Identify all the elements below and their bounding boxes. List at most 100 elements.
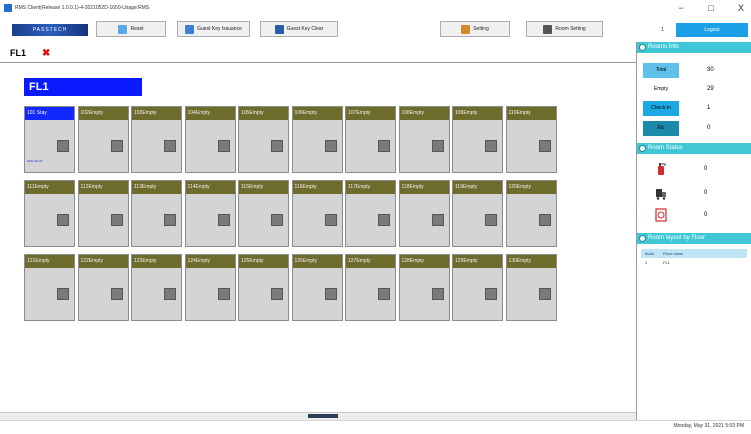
table-row[interactable]: 1 FL1 xyxy=(641,258,747,266)
room-header: 112Empty xyxy=(78,181,128,194)
info-etc-row: Etc 0 xyxy=(641,120,751,136)
room-header: 122Empty xyxy=(78,255,128,268)
guest-key-clear-label: Guest Key Clear xyxy=(286,26,324,32)
room-card[interactable]: 103Empty xyxy=(131,106,182,173)
room-card[interactable]: 121Empty xyxy=(24,254,75,321)
room-card[interactable]: 130Empty xyxy=(505,254,557,321)
room-header: 118Empty xyxy=(399,181,449,194)
reset-label: Reset xyxy=(130,26,144,32)
checkin-value: 1 xyxy=(707,105,711,111)
layout-table-header: Build Floor name xyxy=(641,249,747,258)
room-card[interactable]: 105Empty xyxy=(238,106,289,173)
checkin-label: Check-in xyxy=(643,100,679,116)
room-indicator-icon xyxy=(538,288,551,300)
room-card[interactable]: 104Empty xyxy=(184,106,236,173)
guest-key-issuance-button[interactable]: Guest Key Issuance xyxy=(177,21,250,37)
room-card[interactable]: 120Empty xyxy=(505,180,557,247)
room-indicator-icon xyxy=(538,140,551,152)
room-card[interactable]: 110Empty xyxy=(505,106,557,173)
room-card[interactable]: 122Empty xyxy=(77,254,129,321)
room-header: 116Empty xyxy=(292,181,342,194)
reset-button[interactable]: Reset xyxy=(96,21,166,37)
maximize-button[interactable]: □ xyxy=(705,3,717,13)
layout-table: Build Floor name 1 FL1 xyxy=(641,249,747,266)
room-card[interactable]: 107Empty xyxy=(345,106,396,173)
rooms-info-header[interactable]: Rooms Info xyxy=(637,42,751,53)
room-card[interactable]: 113Empty xyxy=(131,180,182,247)
room-header: 105Empty xyxy=(239,107,288,120)
gear-icon xyxy=(461,24,471,34)
etc-label: Etc xyxy=(643,120,679,136)
room-indicator-icon xyxy=(110,140,123,152)
collapse-icon xyxy=(639,145,646,152)
room-card[interactable]: 123Empty xyxy=(131,254,182,321)
logout-button[interactable]: Logout xyxy=(676,23,748,37)
setting-button[interactable]: Setting xyxy=(440,21,510,37)
brand-logo-text: PASSTECH xyxy=(32,27,68,33)
room-card[interactable]: 102Empty xyxy=(77,106,129,173)
room-card[interactable]: 109Empty xyxy=(452,106,503,173)
do-not-disturb-icon xyxy=(655,208,667,222)
status-bar xyxy=(0,420,751,434)
cleaning-status-value: 0 xyxy=(704,190,708,196)
room-card[interactable]: 106Empty xyxy=(291,106,343,173)
room-status-header[interactable]: Room Status xyxy=(637,143,751,154)
room-card[interactable]: 112Empty xyxy=(77,180,129,247)
collapse-icon xyxy=(639,235,646,242)
room-card[interactable]: 111Empty xyxy=(24,180,75,247)
floor-tab[interactable]: FL1 ✖ xyxy=(6,44,76,62)
room-card[interactable]: 117Empty xyxy=(345,180,396,247)
room-indicator-icon xyxy=(57,214,69,226)
room-layout-header[interactable]: Room layout by Floor xyxy=(637,233,751,244)
room-card[interactable]: 108Empty xyxy=(398,106,450,173)
room-card[interactable]: 115Empty xyxy=(238,180,289,247)
room-checkin-date: 2021-05-20 xyxy=(27,159,43,163)
room-layout-title: Room layout by Floor xyxy=(648,235,706,241)
empty-label: Empty xyxy=(643,81,679,97)
room-card[interactable]: 126Empty xyxy=(291,254,343,321)
brand-logo: PASSTECH xyxy=(12,24,88,36)
room-header: 111Empty xyxy=(25,181,74,194)
room-indicator-icon xyxy=(271,214,283,226)
toolbar: PASSTECH Reset Guest Key Issuance Guest … xyxy=(0,16,751,42)
close-tab-icon[interactable]: ✖ xyxy=(42,48,50,59)
floor-title: FL1 xyxy=(24,78,142,96)
rms-window: RMS Client(Release 1.0.0.1)-4-2021052D-1… xyxy=(0,0,751,434)
room-header: 124Empty xyxy=(185,255,235,268)
fire-extinguisher-icon xyxy=(658,163,666,175)
guest-key-clear-button[interactable]: Guest Key Clear xyxy=(260,21,338,37)
room-header: 101 Stay xyxy=(25,107,74,120)
room-indicator-icon xyxy=(271,140,283,152)
room-indicator-icon xyxy=(57,140,69,152)
room-card[interactable]: 114Empty xyxy=(184,180,236,247)
room-card[interactable]: 118Empty xyxy=(398,180,450,247)
room-header: 104Empty xyxy=(185,107,235,120)
room-setting-label: Room Setting xyxy=(555,26,586,32)
room-indicator-icon xyxy=(164,214,176,226)
room-header: 113Empty xyxy=(132,181,181,194)
room-card[interactable]: 128Empty xyxy=(398,254,450,321)
room-header: 109Empty xyxy=(453,107,502,120)
room-indicator-icon xyxy=(378,140,390,152)
right-panel: Rooms Info Total 30 Empty 29 Check-in 1 … xyxy=(636,42,751,420)
room-header: 108Empty xyxy=(399,107,449,120)
room-card[interactable]: 124Empty xyxy=(184,254,236,321)
room-indicator-icon xyxy=(538,214,551,226)
room-card[interactable]: 125Empty xyxy=(238,254,289,321)
room-card[interactable]: 119Empty xyxy=(452,180,503,247)
room-card[interactable]: 127Empty xyxy=(345,254,396,321)
window-controls: − □ X xyxy=(675,0,747,16)
room-header: 128Empty xyxy=(399,255,449,268)
rooms-info-title: Rooms Info xyxy=(648,44,679,50)
scroll-handle[interactable] xyxy=(308,414,338,418)
room-setting-button[interactable]: Room Setting xyxy=(526,21,603,37)
dnd-status-value: 0 xyxy=(704,212,708,218)
room-card[interactable]: 101 Stay 2021-05-20 xyxy=(24,106,75,173)
close-window-button[interactable]: X xyxy=(735,3,747,13)
empty-value: 29 xyxy=(707,86,714,92)
room-header: 129Empty xyxy=(453,255,502,268)
room-card[interactable]: 116Empty xyxy=(291,180,343,247)
minimize-button[interactable]: − xyxy=(675,3,687,13)
room-card[interactable]: 129Empty xyxy=(452,254,503,321)
room-header: 119Empty xyxy=(453,181,502,194)
